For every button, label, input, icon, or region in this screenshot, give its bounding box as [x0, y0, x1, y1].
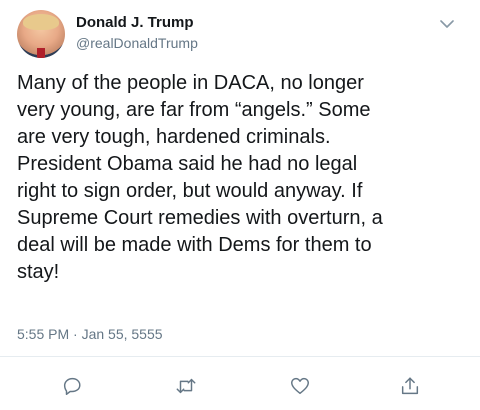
avatar-tie	[37, 48, 45, 58]
action-bar	[0, 370, 480, 400]
reply-icon	[63, 377, 81, 395]
retweet-icon	[176, 378, 196, 394]
tweet-timestamp[interactable]: 5:55 PM · Jan 55, 5555	[17, 326, 163, 342]
like-button[interactable]	[286, 372, 314, 400]
divider	[0, 356, 480, 357]
tweet-card: Donald J. Trump @realDonaldTrump Many of…	[0, 0, 480, 410]
avatar-hair	[23, 14, 59, 30]
author-name[interactable]: Donald J. Trump	[76, 14, 194, 31]
share-button[interactable]	[396, 372, 424, 400]
author-handle[interactable]: @realDonaldTrump	[76, 35, 198, 51]
heart-icon	[291, 377, 309, 395]
avatar[interactable]	[17, 10, 65, 58]
retweet-button[interactable]	[172, 372, 200, 400]
tweet-text: Many of the people in DACA, no longer ve…	[17, 72, 383, 283]
share-icon	[401, 377, 419, 395]
reply-button[interactable]	[58, 372, 86, 400]
chevron-down-icon[interactable]	[440, 16, 454, 28]
